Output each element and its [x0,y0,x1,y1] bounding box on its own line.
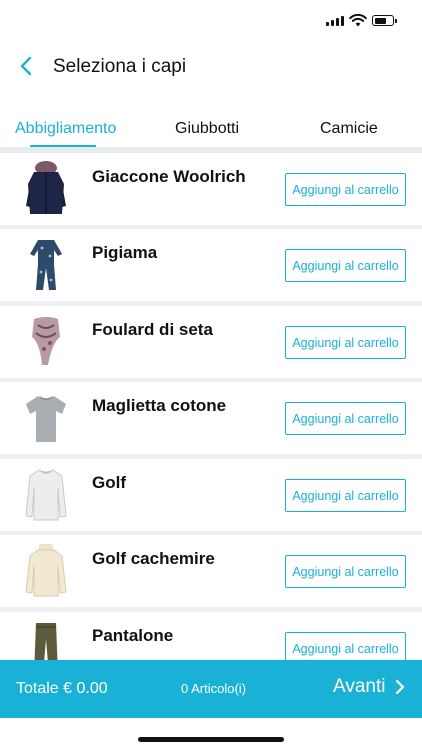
trousers-icon [20,618,72,660]
add-to-cart-button[interactable]: Aggiungi al carrello [285,632,406,660]
next-button[interactable]: Avanti [333,676,405,698]
item-name: Golf cachemire [92,549,215,568]
add-to-cart-button[interactable]: Aggiungi al carrello [285,326,406,359]
status-bar [0,0,422,44]
cashmere-sweater-icon [20,541,72,601]
sweater-icon [20,465,72,525]
list-item[interactable]: Golf cachemire Aggiungi al carrello [0,535,422,607]
tshirt-icon [20,388,72,448]
item-name: Foulard di seta [92,320,213,339]
item-count: 0 Articolo(i) [181,681,247,696]
add-to-cart-button[interactable]: Aggiungi al carrello [285,402,406,435]
add-to-cart-button[interactable]: Aggiungi al carrello [285,555,406,588]
list-item[interactable]: Pigiama Aggiungi al carrello [0,229,422,301]
total-amount: Totale € 0.00 [16,680,108,697]
tab-giubbotti[interactable]: Giubbotti [175,120,239,138]
tab-camicie[interactable]: Camicie [320,120,378,138]
battery-level [374,17,386,24]
jacket-icon [20,159,72,219]
add-to-cart-button[interactable]: Aggiungi al carrello [285,249,406,282]
list-item[interactable]: Pantalone Aggiungi al carrello [0,612,422,660]
item-name: Pantalone [92,626,174,645]
list-item[interactable]: Foulard di seta Aggiungi al carrello [0,306,422,378]
list-item[interactable]: Giaccone Woolrich Aggiungi al carrello [0,153,422,225]
list-item[interactable]: Golf Aggiungi al carrello [0,459,422,531]
add-to-cart-button[interactable]: Aggiungi al carrello [285,173,406,206]
header: Seleziona i capi [0,44,422,92]
item-name: Giaccone Woolrich [92,167,246,186]
home-indicator[interactable] [138,737,284,742]
signal-icon [326,16,344,26]
page-title: Seleziona i capi [53,56,187,77]
tab-abbigliamento[interactable]: Abbigliamento [15,120,116,138]
cart-footer: Totale € 0.00 0 Articolo(i) Avanti [0,660,422,718]
pajamas-icon [20,235,72,295]
category-tabs: Abbigliamento Giubbotti Camicie [0,108,422,148]
battery-icon [372,15,397,26]
chevron-right-icon [396,679,405,695]
wifi-icon [349,14,367,27]
home-area [0,718,422,750]
add-to-cart-button[interactable]: Aggiungi al carrello [285,479,406,512]
item-name: Golf [92,473,126,492]
item-name: Pigiama [92,243,158,262]
next-label: Avanti [333,676,386,697]
list-item[interactable]: Maglietta cotone Aggiungi al carrello [0,382,422,454]
item-name: Maglietta cotone [92,396,227,415]
scarf-icon [20,312,72,372]
product-list[interactable]: Giaccone Woolrich Aggiungi al carrello P… [0,153,422,660]
chevron-left-icon[interactable] [16,54,38,78]
